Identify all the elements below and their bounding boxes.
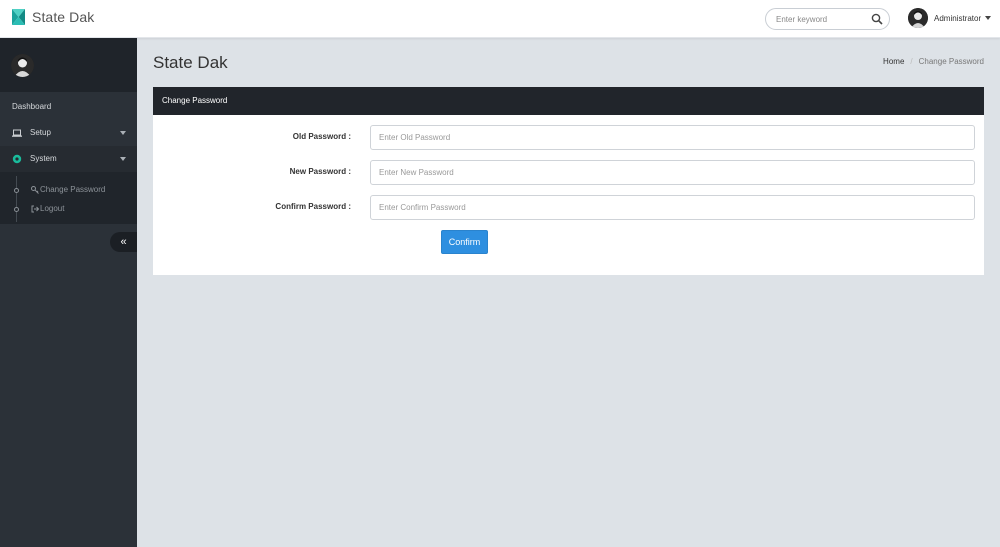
page-title: State Dak xyxy=(153,53,228,72)
submenu-item-label: Logout xyxy=(40,204,65,213)
user-menu[interactable]: Administrator xyxy=(908,8,992,28)
sidebar-item-dashboard[interactable]: Dashboard xyxy=(12,102,51,111)
breadcrumb-home-link[interactable]: Home xyxy=(883,57,904,66)
breadcrumb: Home / Change Password xyxy=(883,57,984,66)
submenu-item-label: Change Password xyxy=(40,185,106,194)
new-password-field[interactable] xyxy=(370,160,975,185)
chevron-down-icon xyxy=(985,16,992,20)
sidebar: Dashboard Setup System Change Password L… xyxy=(0,38,137,547)
chevron-down-icon xyxy=(120,157,126,161)
old-password-field[interactable] xyxy=(370,125,975,150)
key-icon xyxy=(31,186,39,194)
breadcrumb-separator: / xyxy=(910,57,913,66)
sidebar-avatar[interactable] xyxy=(11,54,34,77)
system-submenu: Change Password Logout xyxy=(0,172,137,224)
sidebar-item-logout[interactable]: Logout xyxy=(0,201,137,219)
brand[interactable]: State Dak xyxy=(12,9,94,25)
user-avatar xyxy=(908,8,928,28)
panel-title: Change Password xyxy=(162,96,228,105)
sidebar-item-setup[interactable]: Setup xyxy=(0,120,137,146)
breadcrumb-current: Change Password xyxy=(918,57,984,66)
sidebar-collapse-button[interactable]: « xyxy=(110,232,137,252)
confirm-button[interactable]: Confirm xyxy=(441,230,488,254)
sidebar-profile xyxy=(0,38,137,92)
app-logo-icon xyxy=(12,9,25,25)
user-name: Administrator xyxy=(934,13,982,23)
confirm-password-label: Confirm Password : xyxy=(275,202,351,211)
gear-icon xyxy=(12,154,22,164)
sidebar-item-label: System xyxy=(30,154,57,163)
laptop-icon xyxy=(12,129,22,137)
panel-header: Change Password xyxy=(153,87,984,115)
bullet-icon xyxy=(14,207,19,212)
sidebar-item-label: Setup xyxy=(30,128,51,137)
confirm-password-field[interactable] xyxy=(370,195,975,220)
sidebar-item-system[interactable]: System xyxy=(0,146,137,172)
search-input[interactable] xyxy=(776,12,868,26)
top-navbar: State Dak Administrator xyxy=(0,0,1000,38)
app-title: State Dak xyxy=(32,9,95,25)
search-icon[interactable] xyxy=(871,13,883,25)
new-password-label: New Password : xyxy=(289,167,351,176)
chevron-down-icon xyxy=(120,131,126,135)
sign-out-icon xyxy=(31,205,39,213)
change-password-panel: Change Password Old Password : New Passw… xyxy=(153,87,984,275)
sidebar-item-change-password[interactable]: Change Password xyxy=(0,182,137,200)
old-password-label: Old Password : xyxy=(292,132,351,141)
search-box xyxy=(765,8,890,30)
bullet-icon xyxy=(14,188,19,193)
